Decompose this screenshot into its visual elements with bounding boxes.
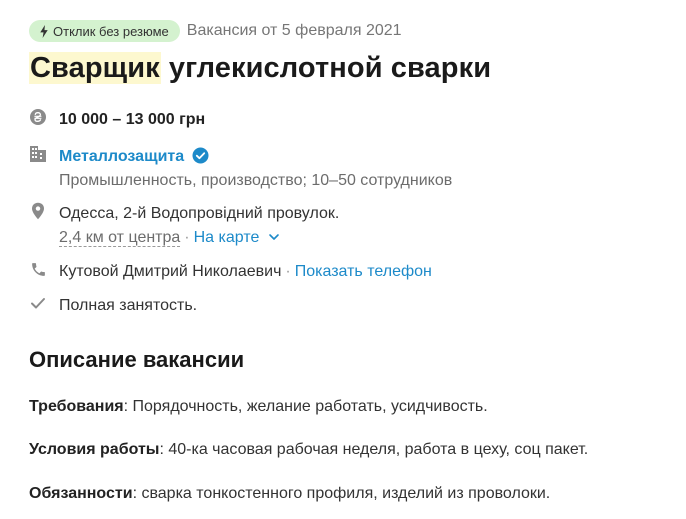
conditions-text: : 40-ка часовая рабочая неделя, работа в… xyxy=(159,441,589,458)
hryvnia-icon xyxy=(29,108,47,126)
page-title: Сварщик углекислотной сварки xyxy=(29,52,491,85)
duties-paragraph: Обязанности: сварка тонкостенного профил… xyxy=(29,483,550,505)
no-resume-badge: Отклик без резюме xyxy=(29,20,180,42)
separator-dot: · xyxy=(285,263,291,280)
company-name-link[interactable]: Металлозащита xyxy=(59,148,184,165)
requirements-text: : Порядочность, желание работать, усидчи… xyxy=(123,398,488,415)
requirements-paragraph: Требования: Порядочность, желание работа… xyxy=(29,396,488,418)
title-rest: углекислотной сварки xyxy=(160,52,492,84)
show-phone-link[interactable]: Показать телефон xyxy=(295,263,432,280)
phone-icon xyxy=(29,260,47,278)
on-map-link[interactable]: На карте xyxy=(194,229,260,246)
location-pin-icon xyxy=(29,202,47,220)
salary-row: 10 000 – 13 000 грн xyxy=(29,108,205,132)
conditions-label: Условия работы xyxy=(29,441,160,458)
address-row: Одесса, 2-й Водопровідний провулок. 2,4 … xyxy=(29,202,339,250)
distance-from-center[interactable]: 2,4 км от центра xyxy=(59,229,181,247)
employment-type: Полная занятость. xyxy=(59,297,198,314)
building-icon xyxy=(29,145,47,163)
requirements-label: Требования xyxy=(29,398,124,415)
posted-date: Вакансия от 5 февраля 2021 xyxy=(186,22,402,39)
lightning-icon xyxy=(40,24,48,38)
duties-text: : сварка тонкостенного профиля, изделий … xyxy=(132,485,551,502)
salary-value: 10 000 – 13 000 грн xyxy=(59,111,206,128)
vacancy-meta: Отклик без резюме Вакансия от 5 февраля … xyxy=(29,19,402,43)
company-row: Металлозащита Промышленность, производст… xyxy=(29,145,452,193)
description-heading: Описание вакансии xyxy=(29,347,245,372)
employment-row: Полная занятость. xyxy=(29,294,197,318)
checkmark-icon xyxy=(29,294,47,312)
company-details: Промышленность, производство; 10–50 сотр… xyxy=(59,172,453,189)
contact-row: Кутовой Дмитрий Николаевич · Показать теле… xyxy=(29,260,432,284)
chevron-down-icon[interactable] xyxy=(268,232,280,242)
conditions-paragraph: Условия работы: 40-ка часовая рабочая не… xyxy=(29,439,588,461)
title-highlight: Сварщик xyxy=(29,52,161,84)
no-resume-label: Отклик без резюме xyxy=(53,23,169,39)
verified-icon xyxy=(192,147,209,164)
contact-name: Кутовой Дмитрий Николаевич xyxy=(59,263,282,280)
separator-dot: · xyxy=(184,229,190,246)
duties-label: Обязанности xyxy=(29,485,133,502)
address-line: Одесса, 2-й Водопровідний провулок. xyxy=(59,205,340,222)
